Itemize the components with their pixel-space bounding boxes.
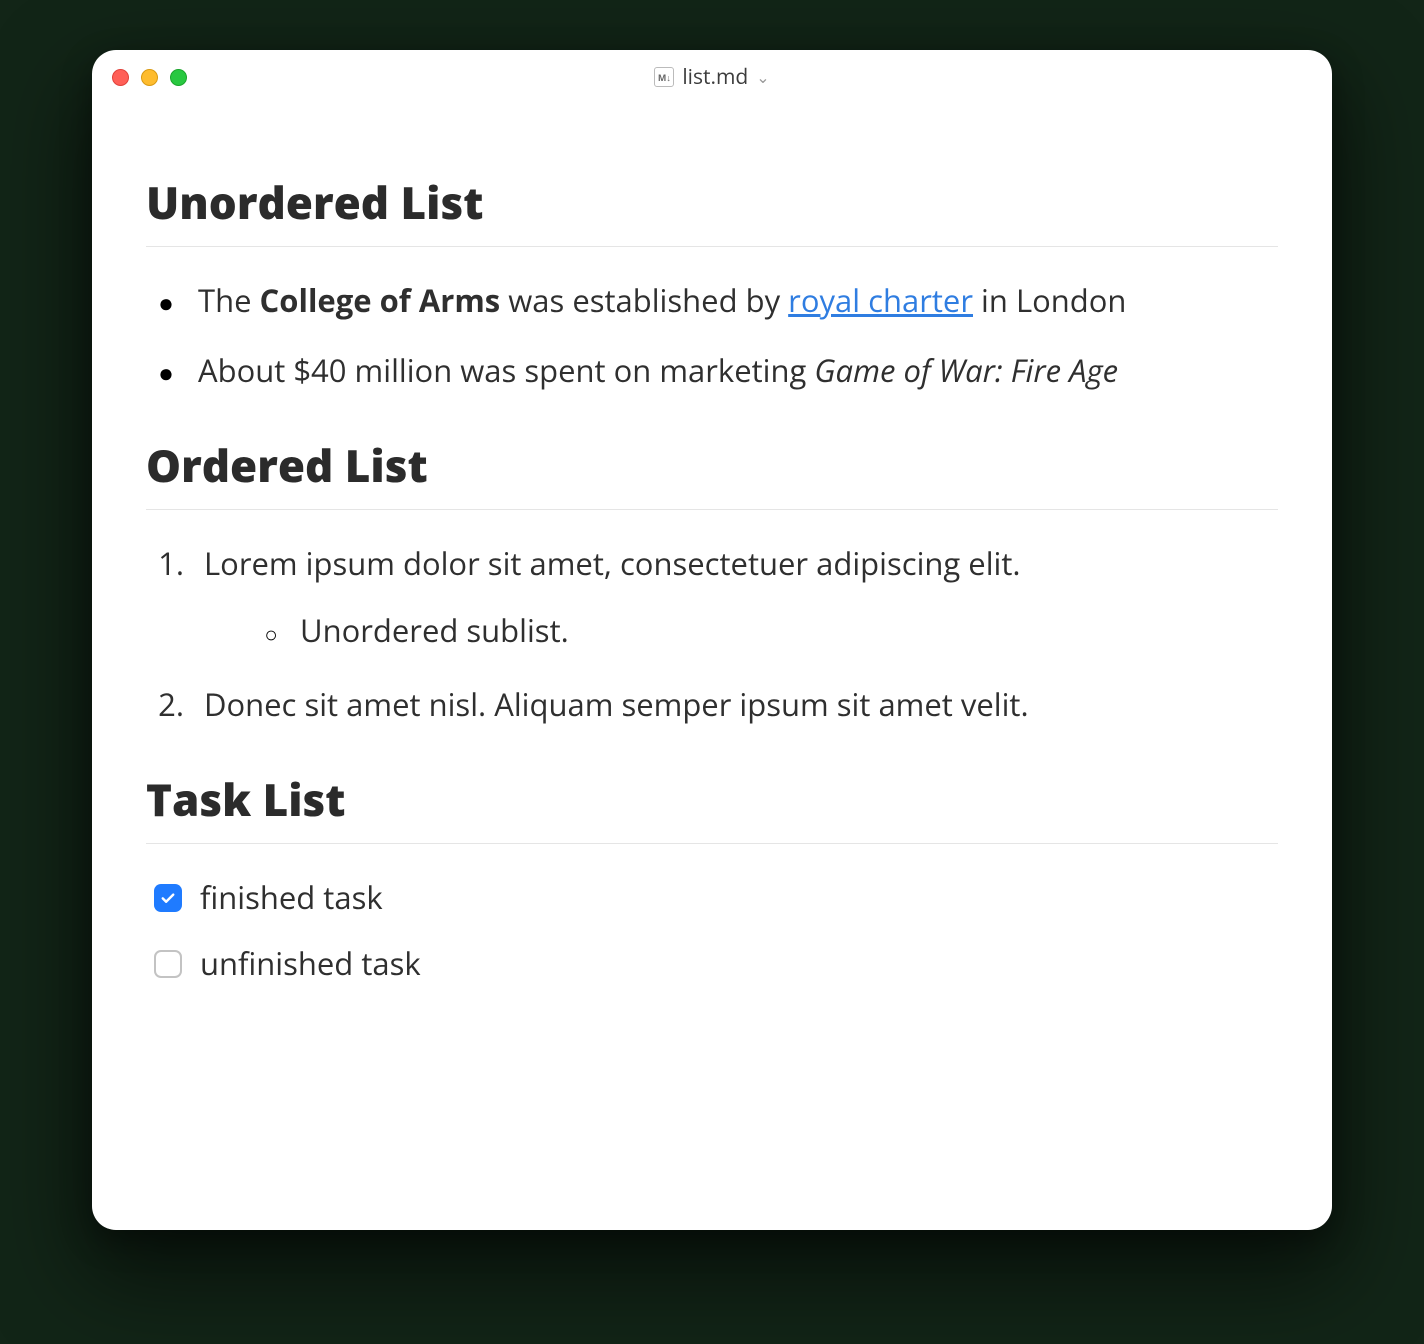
ordered-list: 1. Lorem ipsum dolor sit amet, consectet… xyxy=(154,540,1278,728)
heading-ordered: Ordered List xyxy=(146,431,1278,510)
checkbox-checked[interactable] xyxy=(154,884,182,912)
close-icon[interactable] xyxy=(112,69,129,86)
list-item: ● About $40 million was spent on marketi… xyxy=(154,347,1278,395)
title-center: M↓ list.md ⌄ xyxy=(92,63,1332,91)
bullet-icon: ● xyxy=(154,359,178,385)
task-label: unfinished task xyxy=(200,940,421,988)
bold-text: College of Arms xyxy=(260,280,501,322)
list-item-text: Donec sit amet nisl. Aliquam semper ipsu… xyxy=(204,681,1029,729)
text-fragment: was established by xyxy=(500,280,788,322)
text-fragment: in London xyxy=(973,280,1126,322)
royal-charter-link[interactable]: royal charter xyxy=(788,280,973,322)
list-item: 1. Lorem ipsum dolor sit amet, consectet… xyxy=(154,540,1278,658)
heading-tasklist: Task List xyxy=(146,765,1278,844)
list-item: 2. Donec sit amet nisl. Aliquam semper i… xyxy=(154,681,1278,729)
list-item-text: Lorem ipsum dolor sit amet, consectetuer… xyxy=(204,543,1021,585)
app-window: M↓ list.md ⌄ Unordered List ● The Colleg… xyxy=(92,50,1332,1230)
number-marker: 1. xyxy=(154,540,184,588)
number-marker: 2. xyxy=(154,681,184,729)
list-item-text: Unordered sublist. xyxy=(300,607,569,655)
list-item: ○ Unordered sublist. xyxy=(260,607,1278,655)
document-content: Unordered List ● The College of Arms was… xyxy=(92,104,1332,1230)
unordered-list: ● The College of Arms was established by… xyxy=(154,277,1278,395)
traffic-lights xyxy=(112,69,187,86)
task-item: unfinished task xyxy=(154,940,1278,988)
list-item-text: About $40 million was spent on marketing… xyxy=(198,347,1118,395)
titlebar: M↓ list.md ⌄ xyxy=(92,50,1332,104)
checkbox-unchecked[interactable] xyxy=(154,950,182,978)
italic-text: Game of War: Fire Age xyxy=(814,350,1118,392)
task-list: finished task unfinished task xyxy=(154,874,1278,988)
bullet-icon: ● xyxy=(154,289,178,315)
list-item-body: Lorem ipsum dolor sit amet, consectetuer… xyxy=(204,540,1278,658)
list-item: ● The College of Arms was established by… xyxy=(154,277,1278,325)
markdown-file-icon: M↓ xyxy=(654,67,674,87)
sublist: ○ Unordered sublist. xyxy=(260,607,1278,655)
task-item: finished task xyxy=(154,874,1278,922)
zoom-icon[interactable] xyxy=(170,69,187,86)
heading-unordered: Unordered List xyxy=(146,168,1278,247)
list-item-text: The College of Arms was established by r… xyxy=(198,277,1126,325)
minimize-icon[interactable] xyxy=(141,69,158,86)
task-label: finished task xyxy=(200,874,383,922)
text-fragment: About $40 million was spent on marketing xyxy=(198,350,814,392)
circle-bullet-icon: ○ xyxy=(260,617,282,651)
check-icon xyxy=(159,889,177,907)
document-title[interactable]: list.md xyxy=(682,63,748,91)
text-fragment: The xyxy=(198,280,260,322)
chevron-down-icon[interactable]: ⌄ xyxy=(756,66,769,88)
